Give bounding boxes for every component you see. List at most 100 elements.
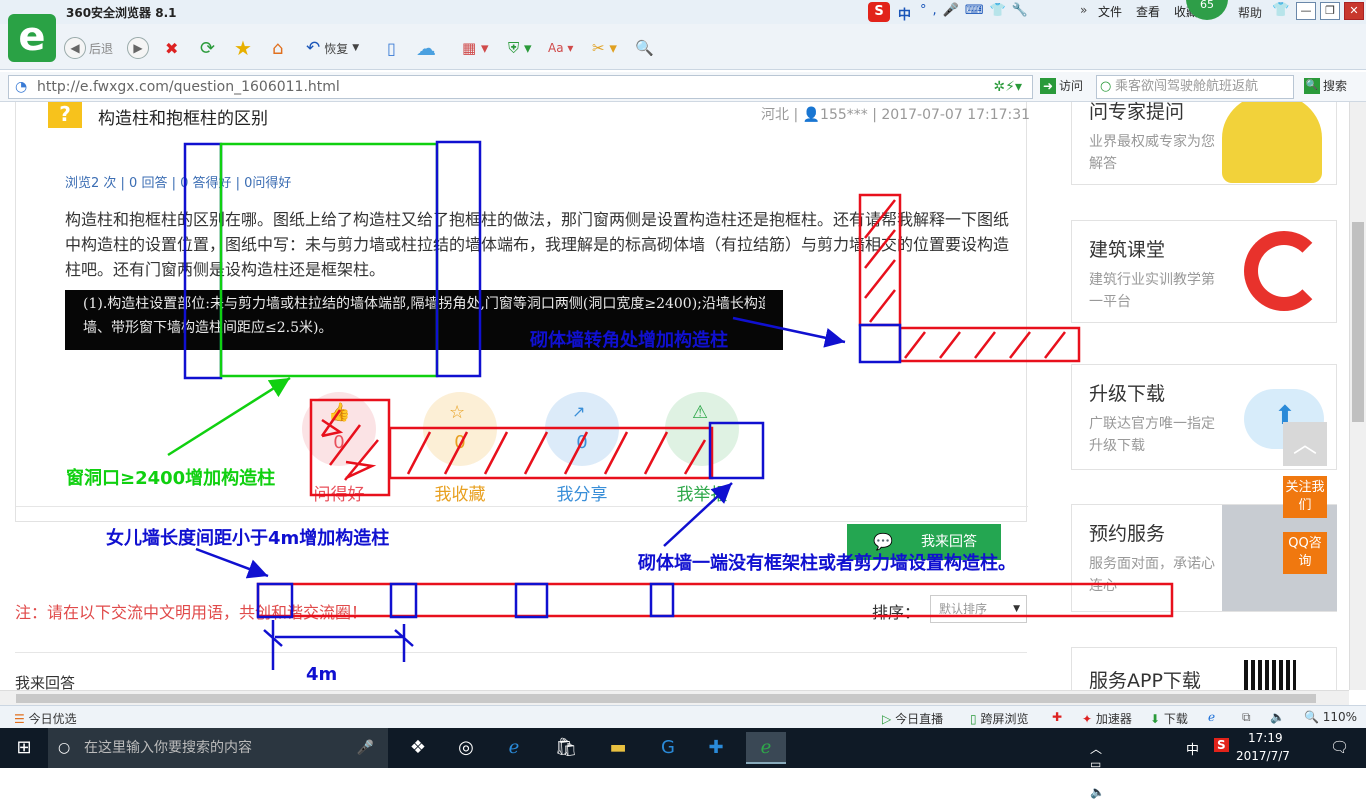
minimize-button[interactable]: —	[1296, 2, 1316, 20]
restore-button[interactable]: ↶ 恢复 ▼	[306, 36, 359, 60]
sidebar-card-app[interactable]: 服务APP下载	[1071, 647, 1337, 690]
task-view-icon[interactable]: ❖	[398, 732, 438, 764]
status-bar: ☰ 今日优选 ▷ 今日直播 ▯ 跨屏浏览 ✚ ✦ 加速器 ⬇ 下载 ℯ ⧉ 🔈 …	[0, 705, 1366, 728]
dropdown-arrow-icon: ▼	[1013, 604, 1020, 614]
app-plus-icon[interactable]: ✚	[696, 732, 736, 764]
edge-icon[interactable]: ℯ	[494, 732, 534, 764]
refresh-icon[interactable]: ⟳	[200, 36, 215, 60]
menu-help[interactable]: 帮助	[1238, 4, 1262, 21]
close-button[interactable]: ✕	[1344, 2, 1364, 20]
translate-icon[interactable]: Aa ▾	[548, 36, 573, 60]
tray-icons[interactable]: ︿ ▭ ◠ 🔈	[1090, 740, 1111, 799]
window-icon[interactable]: ⧉	[1242, 710, 1251, 725]
taskbar-search[interactable]: ○ 在这里输入你要搜索的内容 🎤	[48, 728, 388, 768]
sogou-tray-icon[interactable]: S	[1214, 738, 1229, 752]
share-icon: ↗	[572, 402, 586, 421]
sort-label: 排序：	[872, 603, 921, 622]
follow-us-button[interactable]: 关注我们	[1283, 476, 1327, 518]
speed-mode-icon[interactable]: ✲⚡▾	[993, 76, 1022, 98]
page-icon: ◔	[15, 79, 28, 95]
qq-consult-button[interactable]: QQ咨询	[1283, 532, 1327, 574]
play-icon: ▷	[882, 712, 892, 726]
screenshot-icon[interactable]: ✂ ▾	[592, 36, 617, 60]
scroll-thumb[interactable]	[1352, 222, 1364, 422]
visit-button[interactable]: ➜ 访问	[1040, 77, 1083, 94]
zoom-icon[interactable]: 🔍	[635, 36, 654, 60]
home-icon[interactable]: ⌂	[272, 36, 283, 60]
menu-file[interactable]: 文件	[1098, 3, 1122, 20]
page-viewport: ? 构造柱和抱框柱的区别 河北 | 👤155*** | 2017-07-07 1…	[0, 102, 1349, 690]
answer-section-header: 我来回答	[15, 674, 76, 690]
list-icon: ☰	[14, 712, 25, 726]
go-arrow-icon: ➜	[1040, 77, 1056, 94]
vertical-scrollbar[interactable]	[1349, 102, 1366, 690]
security-icon[interactable]: ✚	[1052, 710, 1062, 724]
ask-good-button[interactable]: 👍	[302, 392, 376, 466]
back-to-top-button[interactable]: ︿	[1283, 422, 1327, 466]
windows-start-icon[interactable]: ⊞	[4, 732, 44, 764]
dropdown-arrow-icon: ▼	[352, 43, 360, 53]
ime-toolbar-icons[interactable]: °,🎤⌨👕🔧	[920, 3, 1034, 18]
phone-icon[interactable]: ▯	[387, 36, 396, 60]
clock-date[interactable]: 2017/7/7	[1236, 749, 1290, 763]
back-button[interactable]: ◀ 后退	[64, 36, 113, 60]
today-picks[interactable]: ☰ 今日优选	[14, 710, 77, 727]
accelerator[interactable]: ✦ 加速器	[1082, 710, 1132, 727]
skin-icon[interactable]: 👕	[1272, 2, 1289, 18]
stop-icon[interactable]: ✖	[165, 36, 178, 60]
app-g-icon[interactable]: G	[648, 732, 688, 764]
clock-time[interactable]: 17:19	[1248, 731, 1283, 745]
maximize-button[interactable]: ❐	[1320, 2, 1340, 20]
divider	[16, 506, 1028, 507]
sidebar-card-course[interactable]: 建筑课堂 建筑行业实训教学第一平台	[1071, 220, 1337, 323]
drawing-note-line-1: (1).构造柱设置部位:未与剪力墙或柱拉结的墙体端部,隔墙拐角处,门窗等洞口两侧…	[83, 296, 765, 312]
explorer-icon[interactable]: ▬	[598, 732, 638, 764]
sound-icon[interactable]: 🔈	[1270, 710, 1285, 724]
url-text: http://e.fwxgx.com/question_1606011.html	[37, 79, 340, 95]
question-title: 构造柱和抱框柱的区别	[98, 109, 268, 129]
address-bar: ◔ http://e.fwxgx.com/question_1606011.ht…	[0, 72, 1366, 102]
search-input[interactable]: ○ 乘客欲闯驾驶舱航班返航	[1096, 75, 1294, 99]
share-button[interactable]: ↗	[545, 392, 619, 466]
star-icon: ☆	[449, 402, 466, 423]
toolbar: ◀ 后退 ▶ ✖ ⟳ ★ ⌂ ↶ 恢复 ▼ ▯ ☁ ▦ ▾ ⛨ ▾ Aa ▾ ✂ ▾ …	[0, 24, 1366, 70]
sidebar-card-expert[interactable]: 问专家提问 业界最权威专家为您解答	[1071, 102, 1337, 185]
scroll-thumb[interactable]	[16, 694, 1316, 703]
today-live[interactable]: ▷ 今日直播	[882, 710, 943, 727]
zoom-icon: 🔍	[1304, 710, 1319, 724]
share-label: 我分享	[556, 485, 608, 505]
url-input[interactable]: ◔ http://e.fwxgx.com/question_1606011.ht…	[8, 75, 1033, 99]
rocket-icon: ✦	[1082, 712, 1093, 726]
ie-icon[interactable]: ℯ	[1208, 710, 1215, 724]
question-icon: ?	[48, 102, 82, 128]
menu-view[interactable]: 查看	[1136, 3, 1160, 20]
shield-icon[interactable]: ⛨ ▾	[508, 36, 532, 60]
forward-button[interactable]: ▶	[127, 36, 149, 60]
ime-mode[interactable]: 中	[898, 4, 911, 23]
cloud-icon[interactable]: ☁	[416, 36, 436, 60]
annotation-window-label: 窗洞口≥2400增加构造柱	[66, 468, 276, 489]
favorite-star-icon[interactable]: ★	[234, 36, 252, 60]
browser-logo-icon[interactable]: e	[8, 14, 56, 62]
browser-app-icon[interactable]: ◎	[446, 732, 486, 764]
favorite-button[interactable]: ☆	[423, 392, 497, 466]
report-button[interactable]: ⚠	[665, 392, 739, 466]
search-button[interactable]: 🔍 搜索	[1304, 77, 1347, 94]
zoom-level[interactable]: 🔍 110%	[1304, 710, 1357, 724]
downloads[interactable]: ⬇ 下载	[1150, 710, 1188, 727]
cross-screen[interactable]: ▯ 跨屏浏览	[970, 710, 1028, 727]
menu-bar: 文件 查看 收藏	[1098, 3, 1198, 20]
expert-mascot-icon	[1222, 102, 1322, 183]
ime-indicator[interactable]: 中	[1186, 739, 1199, 758]
store-icon[interactable]: 🛍	[546, 732, 586, 764]
annotation-wall-end-label: 砌体墙一端没有框架柱或者剪力墙设置构造柱。	[638, 553, 1016, 574]
sogou-ime-icon[interactable]: S	[868, 2, 890, 22]
360-browser-taskbar-icon[interactable]: ℯ	[746, 732, 786, 764]
horizontal-scrollbar[interactable]	[0, 690, 1349, 705]
download-icon: ⬇	[1150, 712, 1161, 726]
notification-icon[interactable]: 🗨	[1330, 738, 1349, 756]
more-menu-icon[interactable]: »	[1080, 3, 1087, 17]
sort-select[interactable]: 默认排序 ▼	[930, 595, 1027, 623]
back-arrow-icon: ◀	[64, 37, 86, 59]
apps-icon[interactable]: ▦ ▾	[462, 36, 488, 60]
